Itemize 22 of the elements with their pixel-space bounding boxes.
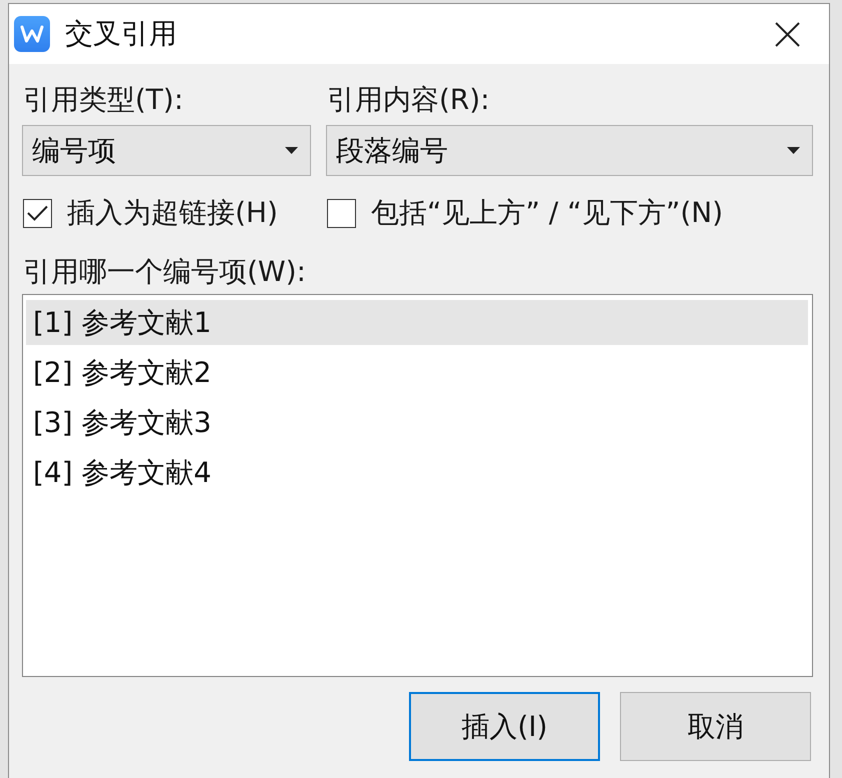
close-icon <box>775 22 800 46</box>
field-label: 引用内容(R): <box>326 83 490 117</box>
close-button[interactable] <box>775 22 800 46</box>
list-item[interactable]: [1] 参考文献1 <box>26 300 808 345</box>
list-label: 引用哪一个编号项(W): <box>22 255 306 289</box>
checkbox-label: 包括“见上方” / “见下方”(N) <box>371 196 724 230</box>
field-label: 引用类型(T): <box>22 83 184 117</box>
dialog-button[interactable]: 插入(I) <box>409 692 600 761</box>
dropdown[interactable]: 段落编号 <box>326 125 813 176</box>
checkbox-label: 插入为超链接(H) <box>67 196 278 230</box>
dropdown[interactable]: 编号项 <box>22 125 311 176</box>
window-title: 交叉引用 <box>65 17 177 51</box>
checkmark-icon <box>27 205 48 221</box>
checkbox[interactable] <box>327 198 356 228</box>
dialog-button[interactable]: 取消 <box>620 692 811 761</box>
list-item[interactable]: [4] 参考文献4 <box>26 450 808 495</box>
app-logo-icon <box>14 16 50 52</box>
list-item[interactable]: [2] 参考文献2 <box>26 350 808 395</box>
caret-icon <box>787 147 800 154</box>
checkbox[interactable] <box>23 198 52 228</box>
list-item[interactable]: [3] 参考文献3 <box>26 400 808 445</box>
caret-icon <box>285 147 298 154</box>
